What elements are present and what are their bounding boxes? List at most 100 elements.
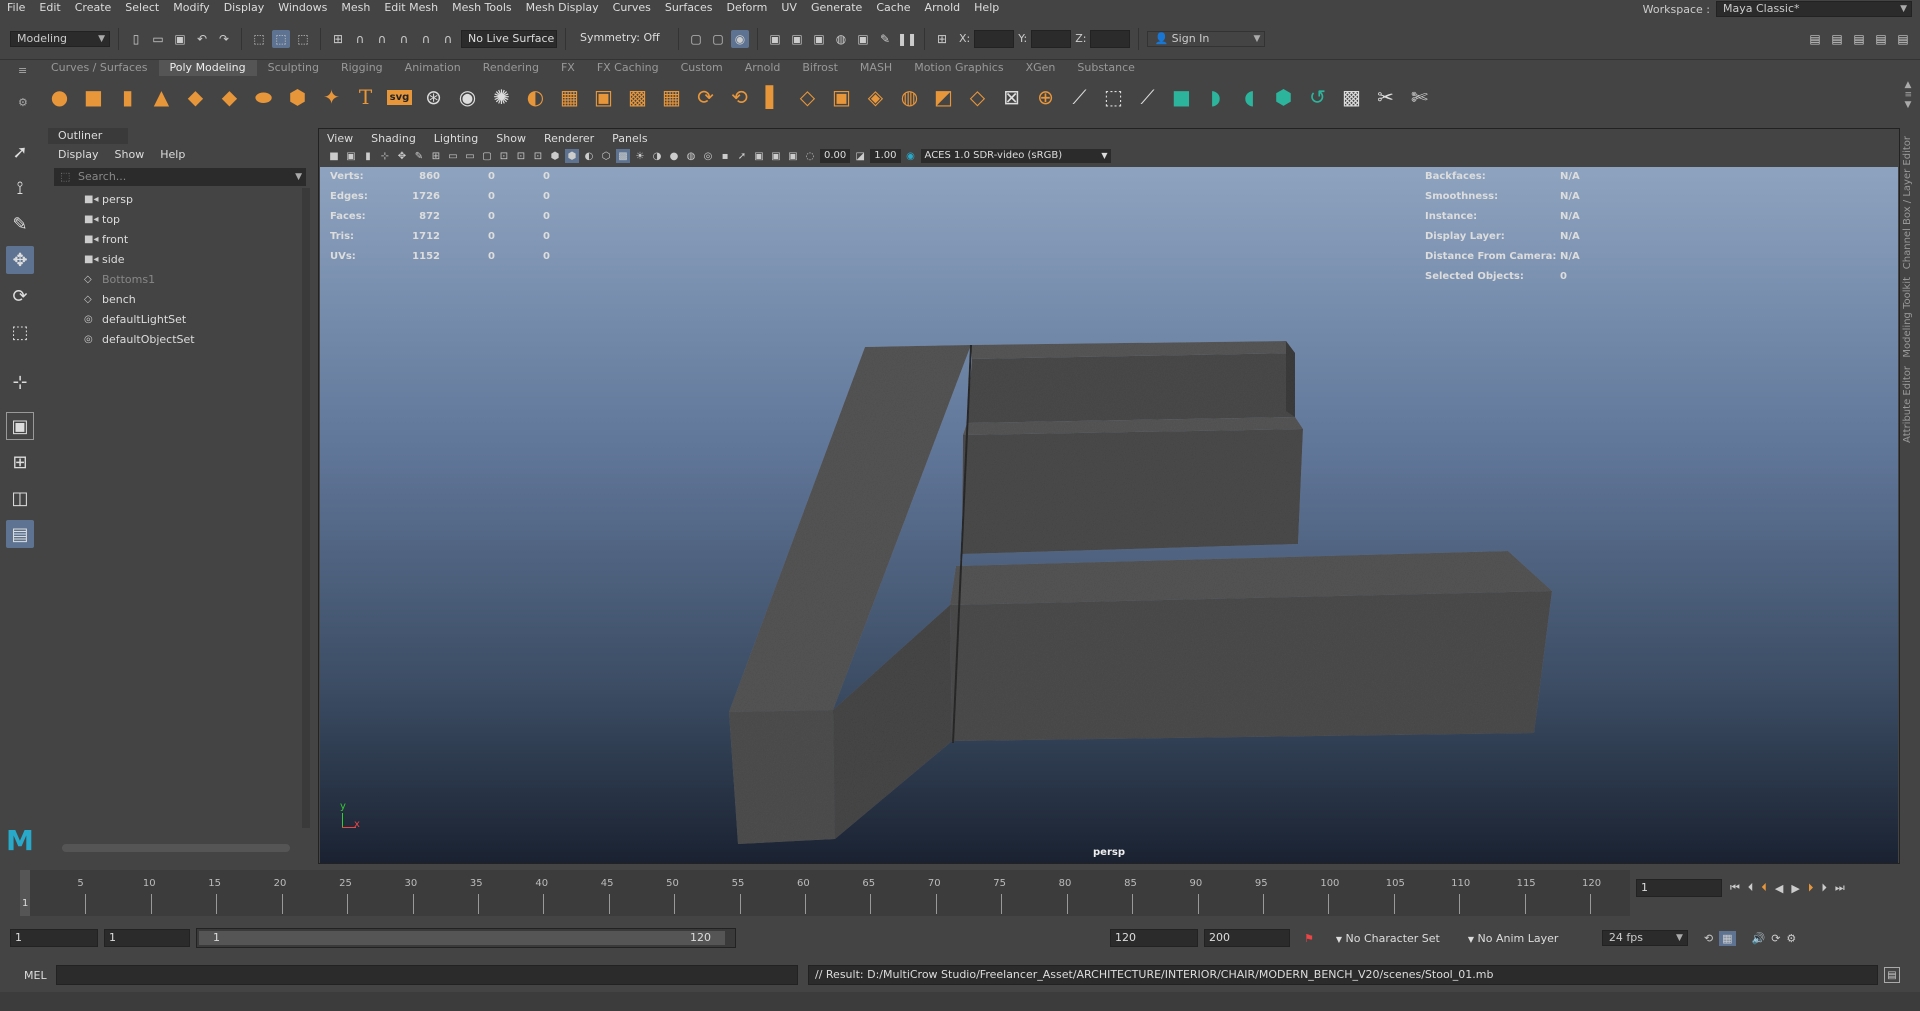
four-view-icon[interactable]: ⊞ — [6, 448, 34, 476]
menu-cache[interactable]: Cache — [869, 0, 917, 16]
select-tool-icon[interactable]: ➚ — [6, 138, 34, 166]
outliner-vscrollbar[interactable] — [302, 188, 310, 828]
go-to-start-icon[interactable]: ⏮ — [1730, 881, 1740, 895]
menu-arnold[interactable]: Arnold — [918, 0, 968, 16]
anim-prefs-icon[interactable]: ⟳ — [1771, 932, 1780, 945]
select-hierarchy-icon[interactable]: ⬚ — [250, 30, 268, 48]
reduce-icon[interactable]: ▦ — [656, 82, 687, 113]
script-editor-icon[interactable]: ▤ — [1884, 967, 1900, 983]
outliner-item[interactable]: ◎ defaultLightSet — [48, 310, 312, 330]
shelf-tab-rigging[interactable]: Rigging — [330, 60, 394, 76]
motion-blur-icon[interactable]: ◍ — [684, 149, 698, 163]
gamma-field[interactable]: 1.00 — [870, 149, 901, 163]
outliner-item[interactable]: ◇ bench — [48, 290, 312, 310]
z-field[interactable] — [1090, 29, 1131, 48]
character-set-dropdown[interactable]: ▼ No Character Set — [1336, 932, 1456, 945]
menu-mesh-display[interactable]: Mesh Display — [519, 0, 606, 16]
play-backward-icon[interactable]: ◀ — [1775, 882, 1783, 895]
shelf-tab-sculpting[interactable]: Sculpting — [257, 60, 330, 76]
menu-modify[interactable]: Modify — [166, 0, 216, 16]
undo-icon[interactable]: ↶ — [193, 30, 211, 48]
xray-icon[interactable]: ▣ — [752, 149, 766, 163]
menu-uv[interactable]: UV — [774, 0, 804, 16]
smooth-icon[interactable]: ▩ — [622, 82, 653, 113]
playhead[interactable] — [20, 870, 30, 916]
rotate-tool-icon[interactable]: ⟳ — [6, 282, 34, 310]
shelf-tab-animation[interactable]: Animation — [394, 60, 472, 76]
scale-tool-icon[interactable]: ⬚ — [6, 318, 34, 346]
y-field[interactable] — [1031, 29, 1072, 48]
snap-curve-icon[interactable]: ∩ — [351, 30, 369, 48]
viewport-menu-shading[interactable]: Shading — [371, 132, 416, 145]
shelf-tab-arnold[interactable]: Arnold — [734, 60, 792, 76]
tool-settings-icon[interactable]: ▤ — [1850, 30, 1868, 48]
step-forward-frame-icon[interactable]: ⏵ — [1808, 881, 1814, 895]
uv-planar-icon[interactable]: ■ — [1166, 82, 1197, 113]
shelf-tab-motion-graphics[interactable]: Motion Graphics — [903, 60, 1014, 76]
side-tab-attribute-editor[interactable]: Attribute Editor — [1902, 366, 1913, 443]
poly-torus-icon[interactable]: ◆ — [180, 82, 211, 113]
channel-box-icon[interactable]: ▤ — [1872, 30, 1890, 48]
shelf-tab-mash[interactable]: MASH — [849, 60, 903, 76]
menu-mesh[interactable]: Mesh — [334, 0, 377, 16]
wireframe-icon[interactable]: ⬢ — [548, 149, 562, 163]
outliner-menu-help[interactable]: Help — [160, 148, 185, 161]
paint-select-icon[interactable]: ✎ — [6, 210, 34, 238]
mirror-icon[interactable]: ◐ — [520, 82, 551, 113]
outliner-item[interactable]: ■◂ front — [48, 230, 312, 250]
shelf-tab-custom[interactable]: Custom — [670, 60, 734, 76]
grease-pencil-icon[interactable]: ✎ — [412, 149, 426, 163]
outliner-layout-icon[interactable]: ▤ — [6, 520, 34, 548]
bridge-icon[interactable]: ◇ — [792, 82, 823, 113]
snap-grid-icon[interactable]: ⊞ — [329, 30, 347, 48]
retopologize-icon[interactable]: ⟲ — [724, 82, 755, 113]
wireframe-on-shaded-icon[interactable]: ⬡ — [599, 149, 613, 163]
viewport-menu-show[interactable]: Show — [496, 132, 526, 145]
attribute-editor-icon[interactable]: ▤ — [1828, 30, 1846, 48]
redo-icon[interactable]: ↷ — [215, 30, 233, 48]
live-surface-field[interactable]: No Live Surface — [461, 29, 557, 48]
colorspace-dropdown[interactable]: ACES 1.0 SDR-video (sRGB) ▼ — [920, 149, 1111, 163]
exposure-field[interactable]: 0.00 — [820, 149, 851, 163]
viewport-menu-view[interactable]: View — [327, 132, 353, 145]
3d-viewport[interactable]: Verts: 860 0 0 Edges: 1726 0 0 Faces: 872 0 0 Tris: 1… — [320, 167, 1898, 863]
smooth-shade-icon[interactable]: ⬢ — [565, 149, 579, 163]
poly-disc-icon[interactable]: ⬬ — [248, 82, 279, 113]
uv-spherical-icon[interactable]: ◖ — [1234, 82, 1265, 113]
outliner-menu-show[interactable]: Show — [115, 148, 145, 161]
snap-point-icon[interactable]: ∩ — [373, 30, 391, 48]
input-output-icon[interactable]: ▢ — [709, 30, 727, 48]
field-chart-icon[interactable]: ⊡ — [497, 149, 511, 163]
gamma-icon[interactable]: ◪ — [853, 149, 867, 163]
safe-title-icon[interactable]: ⊡ — [531, 149, 545, 163]
menu-mesh-tools[interactable]: Mesh Tools — [445, 0, 519, 16]
connect-icon[interactable]: ⊕ — [1030, 82, 1061, 113]
scene-start-field[interactable]: 1 — [10, 929, 98, 947]
auto-key-icon[interactable]: ⚑ — [1304, 932, 1314, 945]
range-slider[interactable]: 1 120 — [196, 928, 736, 948]
playback-start-field[interactable]: 1 — [104, 929, 190, 947]
outliner-item[interactable]: ◇ Bottoms1 — [48, 270, 312, 290]
menu-help[interactable]: Help — [967, 0, 1006, 16]
render-settings-icon[interactable]: ▣ — [810, 30, 828, 48]
uv-unfold-icon[interactable]: ↺ — [1302, 82, 1333, 113]
hypershade-icon[interactable]: ◍ — [832, 30, 850, 48]
shelf-tab-bifrost[interactable]: Bifrost — [791, 60, 849, 76]
shelf-settings-icon[interactable]: ⚙ — [18, 96, 28, 109]
time-slider[interactable]: 1 5 10 15 20 25 30 35 40 45 50 55 60 65 70 75 80 85 90 95 1… — [20, 870, 1630, 916]
shelf-tab-rendering[interactable]: Rendering — [472, 60, 550, 76]
xray-joints-icon[interactable]: ▣ — [769, 149, 783, 163]
current-frame-field[interactable]: 1 — [1636, 879, 1722, 897]
uv-auto-icon[interactable]: ⬢ — [1268, 82, 1299, 113]
offset-edge-loop-icon[interactable]: ⟋ — [1132, 82, 1163, 113]
poly-cube-icon[interactable]: ■ — [78, 82, 109, 113]
arnold-ipr-icon[interactable]: ✎ — [876, 30, 894, 48]
menu-generate[interactable]: Generate — [804, 0, 869, 16]
shelf-tab-fx[interactable]: FX — [550, 60, 586, 76]
xray-components-icon[interactable]: ▣ — [786, 149, 800, 163]
mode-dropdown[interactable]: Modeling ▼ — [10, 30, 110, 47]
bevel-icon[interactable]: ▦ — [554, 82, 585, 113]
side-tab-modeling-toolkit[interactable]: Modeling Toolkit — [1902, 277, 1913, 358]
arnold-render-icon[interactable]: ▣ — [854, 30, 872, 48]
shelf-tab-curves-surfaces[interactable]: Curves / Surfaces — [40, 60, 159, 76]
